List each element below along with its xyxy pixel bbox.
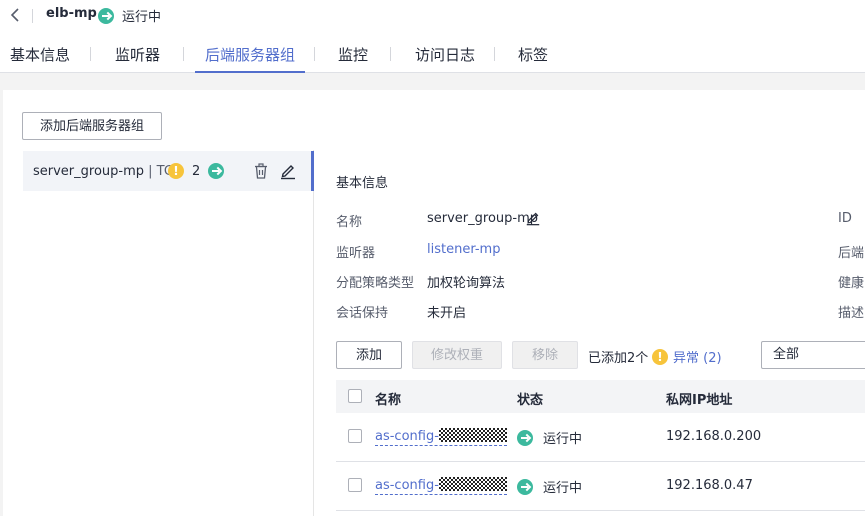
status-filter-value: 全部	[773, 347, 800, 362]
name-value: server_group-mp	[427, 211, 539, 226]
listener-link[interactable]: listener-mp	[427, 242, 500, 257]
session-label: 会话保持	[336, 306, 389, 321]
select-all-checkbox[interactable]	[348, 389, 362, 403]
edit-name-icon[interactable]	[525, 210, 541, 226]
tab-divider	[494, 47, 495, 61]
column-header-status: 状态	[517, 393, 544, 408]
tab-monitoring[interactable]: 监控	[338, 37, 368, 73]
header-divider	[32, 9, 33, 23]
tab-divider	[390, 47, 391, 61]
running-status-icon	[517, 429, 533, 446]
backend-label: 后端	[838, 246, 865, 261]
row-checkbox[interactable]	[348, 478, 362, 492]
listener-label: 监听器	[336, 246, 376, 261]
masked-text	[438, 477, 507, 491]
session-value: 未开启	[427, 306, 467, 321]
table-header	[336, 380, 865, 413]
row-checkbox[interactable]	[348, 429, 362, 443]
column-header-private-ip: 私网IP地址	[666, 393, 733, 408]
server-name-link[interactable]: as-config-	[375, 477, 507, 495]
abnormal-filter[interactable]: ! 异常 (2)	[652, 347, 722, 366]
tab-access-logs[interactable]: 访问日志	[415, 37, 475, 73]
description-label: 描述	[838, 306, 865, 321]
masked-text	[438, 428, 507, 442]
active-indicator	[311, 151, 314, 191]
add-button[interactable]: 添加	[336, 341, 402, 369]
row-divider	[336, 510, 865, 511]
running-status-icon	[208, 163, 225, 179]
status-text: 运行中	[122, 10, 162, 25]
running-status-icon	[517, 478, 533, 495]
row-status: 运行中	[517, 428, 582, 447]
tab-backend-server-groups[interactable]: 后端服务器组	[194, 37, 306, 73]
modify-weight-button[interactable]: 修改权重	[412, 341, 502, 369]
private-ip: 192.168.0.47	[666, 478, 753, 493]
server-group-item[interactable]: server_group-mp | TCP ! 2	[23, 151, 314, 191]
edit-icon[interactable]	[279, 162, 297, 180]
add-backend-server-group-button[interactable]: 添加后端服务器组	[22, 112, 162, 140]
server-group-name: server_group-mp | TCP	[33, 164, 181, 179]
tab-divider	[90, 47, 91, 61]
page-title: elb-mp	[46, 6, 97, 21]
server-group-health: ! 2	[168, 163, 225, 179]
server-group-list	[22, 150, 314, 516]
section-title: 基本信息	[336, 176, 389, 191]
row-divider	[336, 461, 865, 462]
id-label: ID	[838, 211, 852, 226]
tab-divider	[314, 47, 315, 61]
running-status-icon	[98, 7, 114, 24]
back-arrow-icon[interactable]	[6, 5, 26, 25]
status-filter-select[interactable]: 全部	[761, 341, 865, 369]
tab-basic-info[interactable]: 基本信息	[10, 37, 70, 73]
warning-icon: !	[652, 348, 668, 365]
algorithm-label: 分配策略类型	[336, 276, 415, 291]
tab-divider	[183, 47, 184, 61]
remove-button[interactable]: 移除	[512, 341, 578, 369]
name-label: 名称	[336, 215, 363, 230]
column-header-name: 名称	[375, 393, 402, 408]
status-badge: 运行中	[98, 6, 161, 25]
added-count: 已添加2个	[588, 351, 649, 366]
health-label: 健康	[838, 276, 865, 291]
row-status: 运行中	[517, 477, 582, 496]
warning-icon: !	[168, 163, 184, 179]
delete-icon[interactable]	[252, 162, 270, 180]
tab-tags[interactable]: 标签	[518, 37, 548, 73]
warning-count: 2	[192, 163, 201, 179]
tab-listeners[interactable]: 监听器	[115, 37, 160, 73]
algorithm-value: 加权轮询算法	[427, 276, 506, 291]
abnormal-count-link[interactable]: 异常 (2)	[673, 347, 722, 366]
private-ip: 192.168.0.200	[666, 429, 762, 444]
server-name-link[interactable]: as-config-	[375, 428, 507, 446]
